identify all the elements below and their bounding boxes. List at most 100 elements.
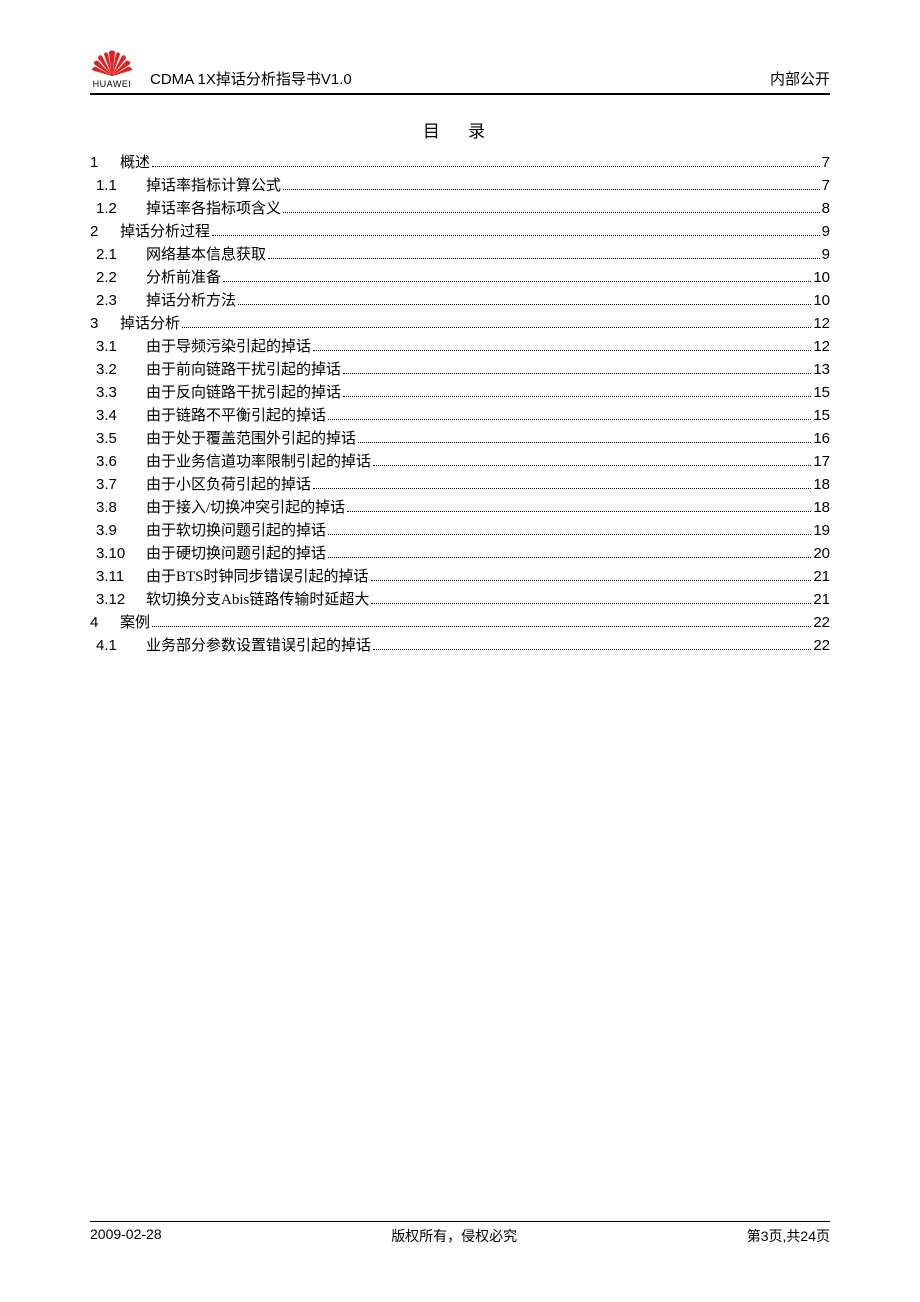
toc-leader-dots	[347, 511, 811, 512]
toc-leader-dots	[373, 649, 811, 650]
toc-entry-page: 22	[813, 635, 830, 656]
toc-leader-dots	[328, 557, 811, 558]
toc-leader-dots	[371, 603, 811, 604]
toc-entry-title: 由于业务信道功率限制引起的掉话	[146, 452, 371, 473]
toc-entry-page: 22	[813, 612, 830, 633]
page-container: HUAWEI CDMA 1X掉话分析指导书V1.0 内部公开 目 录 1概述71…	[0, 0, 920, 657]
toc-entry-number: 1.2	[96, 198, 146, 219]
toc-entry-title: 由于接入/切换冲突引起的掉话	[146, 498, 345, 519]
toc-entry-number: 1.1	[96, 175, 146, 196]
toc-entry-page: 21	[813, 566, 830, 587]
toc-entry: 1.2掉话率各指标项含义8	[90, 198, 830, 220]
toc-entry-number: 1	[90, 152, 120, 173]
toc-entry-title: 掉话分析	[120, 314, 180, 335]
toc-entry-title: 分析前准备	[146, 268, 221, 289]
toc-entry-page: 9	[822, 221, 830, 242]
toc-entry-number: 3.2	[96, 359, 146, 380]
toc-entry-page: 7	[822, 175, 830, 196]
toc-entry: 4.1业务部分参数设置错误引起的掉话22	[90, 635, 830, 657]
toc-entry-title: 概述	[120, 153, 150, 174]
toc-entry-number: 2.2	[96, 267, 146, 288]
toc-entry: 2.1网络基本信息获取9	[90, 244, 830, 266]
toc-entry-page: 13	[813, 359, 830, 380]
toc-entry: 3.8由于接入/切换冲突引起的掉话 18	[90, 497, 830, 519]
toc-entry-title: 掉话分析过程	[120, 222, 210, 243]
toc-entry-title: 由于反向链路干扰引起的掉话	[146, 383, 341, 404]
toc-entry: 1概述 7	[90, 152, 830, 174]
toc-entry-number: 3.9	[96, 520, 146, 541]
toc-entry-number: 3.11	[96, 566, 146, 587]
toc-entry-number: 3.12	[96, 589, 146, 610]
toc-heading: 目 录	[90, 117, 830, 142]
toc-entry-title: 由于导频污染引起的掉话	[146, 337, 311, 358]
toc-leader-dots	[283, 212, 820, 213]
toc-entry-page: 20	[813, 543, 830, 564]
toc-entry-page: 12	[813, 336, 830, 357]
toc-entry: 3掉话分析 12	[90, 313, 830, 335]
toc-entry-title: 软切换分支Abis链路传输时延超大	[146, 590, 369, 611]
toc-entry-number: 4.1	[96, 635, 146, 656]
toc-entry-title: 掉话率指标计算公式	[146, 176, 281, 197]
toc-entry-number: 3.4	[96, 405, 146, 426]
toc-entry: 3.6由于业务信道功率限制引起的掉话 17	[90, 451, 830, 473]
toc-entry: 3.5由于处于覆盖范围外引起的掉话16	[90, 428, 830, 450]
toc-entry-number: 4	[90, 612, 120, 633]
toc-entry-page: 7	[822, 152, 830, 173]
toc-entry-page: 15	[813, 405, 830, 426]
toc-entry-number: 3.10	[96, 543, 146, 564]
toc-entry-number: 3.8	[96, 497, 146, 518]
toc-entry: 2.3掉话分析方法10	[90, 290, 830, 312]
toc-leader-dots	[343, 396, 811, 397]
toc-entry: 1.1掉话率指标计算公式 7	[90, 175, 830, 197]
toc-leader-dots	[313, 350, 811, 351]
toc-leader-dots	[358, 442, 811, 443]
toc-entry-page: 10	[813, 267, 830, 288]
toc-entry-page: 15	[813, 382, 830, 403]
toc-leader-dots	[238, 304, 811, 305]
toc-entry-number: 3.6	[96, 451, 146, 472]
toc-entry-number: 3	[90, 313, 120, 334]
toc-entry-number: 3.5	[96, 428, 146, 449]
toc-entry-number: 2.3	[96, 290, 146, 311]
toc-entry-page: 12	[813, 313, 830, 334]
toc-entry-page: 18	[813, 474, 830, 495]
toc-entry: 3.11由于BTS时钟同步错误引起的掉话 21	[90, 566, 830, 588]
toc-entry: 3.4由于链路不平衡引起的掉话 15	[90, 405, 830, 427]
table-of-contents: 1概述71.1掉话率指标计算公式71.2掉话率各指标项含义82掉话分析过程92.…	[90, 152, 830, 657]
toc-leader-dots	[182, 327, 811, 328]
toc-leader-dots	[371, 580, 812, 581]
toc-entry-title: 案例	[120, 613, 150, 634]
toc-entry-page: 9	[822, 244, 830, 265]
toc-leader-dots	[212, 235, 820, 236]
toc-leader-dots	[313, 488, 811, 489]
document-title: CDMA 1X掉话分析指导书V1.0	[150, 68, 770, 89]
toc-entry-title: 由于小区负荷引起的掉话	[146, 475, 311, 496]
huawei-logo: HUAWEI	[90, 50, 134, 89]
toc-entry: 3.7由于小区负荷引起的掉话 18	[90, 474, 830, 496]
toc-entry: 3.9由于软切换问题引起的掉话19	[90, 520, 830, 542]
toc-entry-title: 由于软切换问题引起的掉话	[146, 521, 326, 542]
toc-leader-dots	[268, 258, 820, 259]
toc-entry-number: 3.7	[96, 474, 146, 495]
toc-entry-title: 掉话分析方法	[146, 291, 236, 312]
toc-leader-dots	[373, 465, 811, 466]
document-header: HUAWEI CDMA 1X掉话分析指导书V1.0 内部公开	[90, 50, 830, 95]
toc-leader-dots	[152, 626, 811, 627]
toc-entry: 4案例 22	[90, 612, 830, 634]
document-classification: 内部公开	[770, 68, 830, 89]
toc-entry-title: 由于BTS时钟同步错误引起的掉话	[146, 567, 369, 588]
brand-text: HUAWEI	[93, 79, 132, 89]
toc-entry: 3.3由于反向链路干扰引起的掉话 15	[90, 382, 830, 404]
toc-leader-dots	[283, 189, 820, 190]
huawei-petal-icon	[90, 50, 134, 78]
toc-entry-number: 3.3	[96, 382, 146, 403]
toc-entry-title: 由于链路不平衡引起的掉话	[146, 406, 326, 427]
toc-leader-dots	[343, 373, 811, 374]
toc-entry-page: 17	[813, 451, 830, 472]
toc-entry-page: 18	[813, 497, 830, 518]
toc-entry: 2掉话分析过程9	[90, 221, 830, 243]
page-footer: 2009-02-28 版权所有，侵权必究 第3页,共24页	[90, 1221, 830, 1246]
toc-entry-title: 掉话率各指标项含义	[146, 199, 281, 220]
toc-entry: 2.2分析前准备 10	[90, 267, 830, 289]
toc-entry: 3.1由于导频污染引起的掉话12	[90, 336, 830, 358]
